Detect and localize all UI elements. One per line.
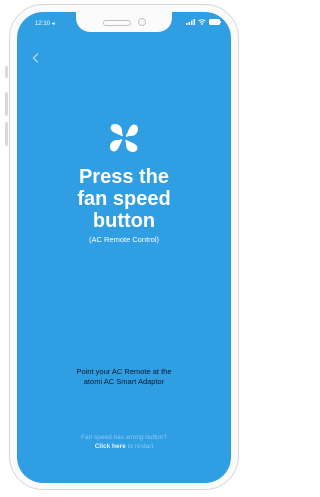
speaker-grille — [103, 20, 131, 26]
signal-icon — [186, 19, 195, 25]
footer-help: Fan speed has wrong button? Click here t… — [17, 433, 231, 451]
app-screen: 12:10 ◂ Press the fan speed button (AC R… — [17, 12, 231, 483]
phone-volume-down — [5, 122, 8, 146]
page-title: Press the fan speed button — [17, 166, 231, 232]
footer-restart-suffix: to restart — [125, 443, 154, 450]
status-time: 12:10 ◂ — [35, 21, 55, 27]
fan-icon — [110, 124, 138, 152]
wifi-icon — [198, 19, 206, 25]
phone-volume-up — [5, 92, 8, 116]
battery-icon — [209, 19, 221, 25]
title-line: Press the — [78, 166, 170, 188]
title-line: button — [92, 210, 156, 232]
instruction-line: atomi AC Smart Adaptor — [83, 377, 165, 386]
footer-restart-line: Click here to restart — [17, 442, 231, 451]
title-line: fan speed — [77, 188, 171, 210]
chevron-left-icon[interactable] — [30, 52, 42, 64]
phone-notch — [76, 12, 172, 32]
front-camera — [138, 18, 146, 26]
restart-link[interactable]: Click here — [95, 443, 126, 450]
phone-silent-switch — [5, 66, 8, 78]
page-subtitle: (AC Remote Control) — [88, 235, 160, 244]
status-icons — [186, 19, 221, 25]
instruction-text: Point your AC Remote at the atomi AC Sma… — [17, 367, 231, 387]
footer-question: Fan speed has wrong button? — [80, 434, 167, 441]
instruction-line: Point your AC Remote at the — [76, 367, 172, 376]
